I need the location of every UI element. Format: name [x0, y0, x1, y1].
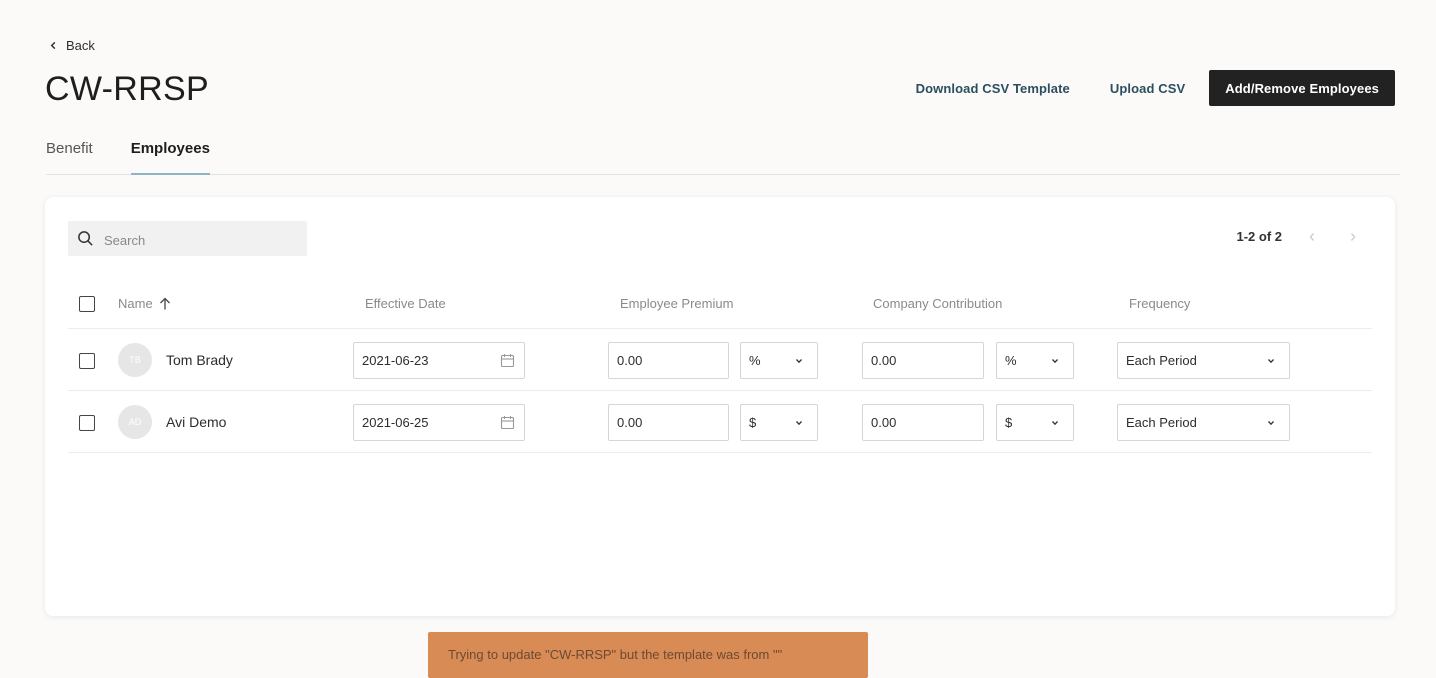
company-contribution-unit-select[interactable]: $	[996, 404, 1074, 441]
error-toast: Trying to update "CW-RRSP" but the templ…	[428, 632, 868, 678]
add-remove-employees-button[interactable]: Add/Remove Employees	[1209, 70, 1395, 106]
search-icon	[78, 231, 93, 246]
frequency-select[interactable]: Each Period	[1117, 404, 1290, 441]
column-header-effective-date: Effective Date	[365, 296, 446, 311]
tab-benefit[interactable]: Benefit	[46, 138, 93, 175]
previous-page-icon[interactable]	[1308, 232, 1316, 242]
employee-premium-value: 0.00	[617, 415, 643, 430]
row-checkbox[interactable]	[79, 415, 95, 431]
search-box	[68, 221, 307, 256]
column-header-employee-premium: Employee Premium	[620, 296, 734, 311]
chevron-down-icon	[1268, 359, 1274, 364]
frequency-value: Each Period	[1126, 353, 1197, 368]
company-contribution-value: 0.00	[871, 415, 897, 430]
company-contribution-value: 0.00	[871, 353, 897, 368]
employee-premium-input[interactable]: 0.00	[608, 342, 729, 379]
header-actions: Download CSV Template Upload CSV Add/Rem…	[916, 70, 1395, 106]
back-link[interactable]: Back	[49, 38, 95, 53]
column-header-frequency: Frequency	[1129, 296, 1191, 311]
select-all-checkbox[interactable]	[79, 296, 95, 312]
table-row: AD Avi Demo 2021-06-25 0.00 $ 0.00 $ Eac…	[68, 391, 1372, 453]
employee-premium-value: 0.00	[617, 353, 643, 368]
effective-date-value: 2021-06-25	[362, 415, 429, 430]
toast-message: Trying to update "CW-RRSP" but the templ…	[448, 647, 783, 662]
calendar-icon[interactable]	[500, 415, 515, 430]
company-contribution-input[interactable]: 0.00	[862, 342, 984, 379]
tab-employees[interactable]: Employees	[130, 138, 210, 175]
next-page-icon[interactable]	[1349, 232, 1357, 242]
employees-card: 1-2 of 2 Name Effective Date Employee Pr…	[45, 197, 1395, 616]
chevron-down-icon	[1268, 421, 1274, 426]
table-header-row: Name Effective Date Employee Premium Com…	[68, 279, 1372, 329]
effective-date-field[interactable]: 2021-06-25	[353, 404, 525, 441]
employees-table: Name Effective Date Employee Premium Com…	[68, 279, 1372, 453]
row-checkbox[interactable]	[79, 353, 95, 369]
upload-csv-button[interactable]: Upload CSV	[1110, 81, 1185, 96]
employee-premium-input[interactable]: 0.00	[608, 404, 729, 441]
column-header-company-contribution: Company Contribution	[873, 296, 1003, 311]
employee-premium-unit-value: %	[749, 353, 761, 368]
table-row: TB Tom Brady 2021-06-23 0.00 % 0.00 % Ea…	[68, 329, 1372, 391]
pagination: 1-2 of 2	[1236, 229, 1357, 244]
calendar-icon[interactable]	[500, 353, 515, 368]
frequency-select[interactable]: Each Period	[1117, 342, 1290, 379]
company-contribution-input[interactable]: 0.00	[862, 404, 984, 441]
chevron-down-icon	[1052, 421, 1058, 426]
effective-date-field[interactable]: 2021-06-23	[353, 342, 525, 379]
chevron-down-icon	[796, 421, 802, 426]
employee-name: Tom Brady	[166, 352, 233, 368]
pagination-range: 1-2 of 2	[1236, 229, 1282, 244]
search-input[interactable]	[104, 233, 299, 248]
employee-premium-unit-value: $	[749, 415, 757, 430]
employee-premium-unit-select[interactable]: %	[740, 342, 818, 379]
download-csv-template-button[interactable]: Download CSV Template	[916, 81, 1070, 96]
company-contribution-unit-select[interactable]: %	[996, 342, 1074, 379]
effective-date-value: 2021-06-23	[362, 353, 429, 368]
company-contribution-unit-value: %	[1005, 353, 1017, 368]
sort-ascending-icon	[159, 297, 170, 310]
company-contribution-unit-value: $	[1005, 415, 1013, 430]
avatar: AD	[118, 405, 152, 439]
chevron-down-icon	[796, 359, 802, 364]
employee-premium-unit-select[interactable]: $	[740, 404, 818, 441]
back-label: Back	[66, 38, 95, 53]
avatar: TB	[118, 343, 152, 377]
chevron-down-icon	[1052, 359, 1058, 364]
page-title: CW-RRSP	[45, 70, 209, 108]
column-header-name-label: Name	[118, 296, 153, 311]
tab-bar: Benefit Employees	[46, 138, 1400, 175]
frequency-value: Each Period	[1126, 415, 1197, 430]
column-header-name[interactable]: Name	[118, 296, 171, 311]
chevron-left-icon	[50, 41, 56, 50]
employee-name: Avi Demo	[166, 414, 227, 430]
